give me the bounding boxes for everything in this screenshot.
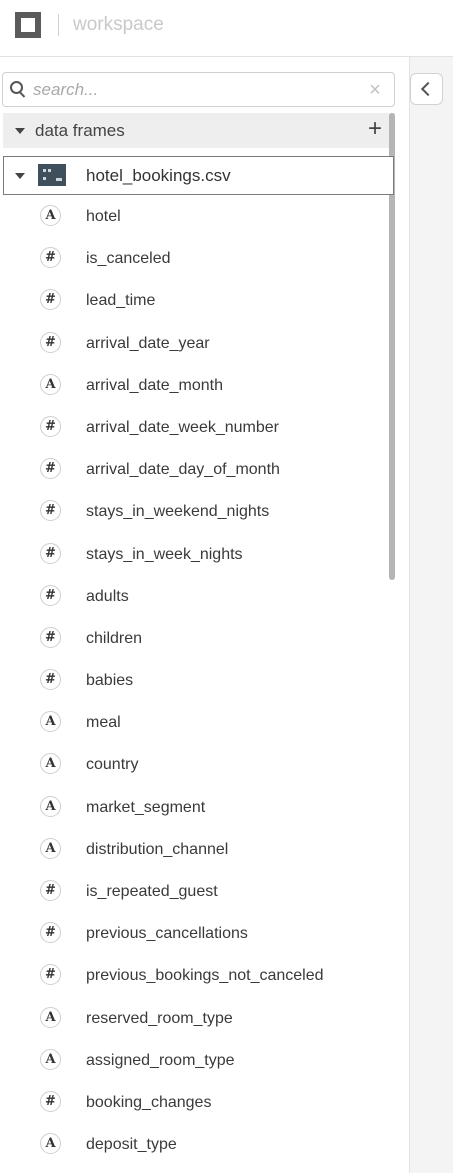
text-type-icon: A — [40, 753, 61, 775]
list-item[interactable]: # previous_bookings_not_canceled — [0, 955, 395, 997]
list-item[interactable]: # lead_time — [0, 280, 395, 322]
column-name: previous_bookings_not_canceled — [86, 967, 324, 985]
text-type-icon: A — [40, 837, 61, 859]
list-item[interactable]: # arrival_date_week_number — [0, 407, 395, 449]
workspace-app: workspace × data frames + hotel_bookings… — [0, 0, 453, 1173]
number-type-icon: # — [40, 669, 61, 691]
header-divider — [58, 14, 59, 36]
square-logo-icon[interactable] — [15, 12, 41, 38]
text-type-icon: A — [40, 1006, 61, 1028]
number-type-icon: # — [40, 415, 61, 437]
top-bar: workspace — [0, 0, 453, 57]
number-type-icon: # — [40, 542, 61, 564]
text-type-icon: A — [40, 1133, 61, 1155]
column-name: stays_in_weekend_nights — [86, 503, 270, 521]
add-icon[interactable]: + — [365, 117, 385, 141]
column-name: distribution_channel — [86, 840, 229, 858]
column-name: arrival_date_month — [86, 376, 223, 394]
list-item[interactable]: # previous_cancellations — [0, 913, 395, 955]
dataframe-icon — [38, 164, 66, 186]
list-item[interactable]: # arrival_date_day_of_month — [0, 449, 395, 491]
column-name: is_canceled — [86, 250, 171, 268]
number-type-icon: # — [40, 458, 61, 480]
list-item[interactable]: # arrival_date_year — [0, 323, 395, 365]
list-item[interactable]: Areserved_room_type — [0, 998, 395, 1040]
number-type-icon: # — [40, 500, 61, 522]
column-name: country — [86, 756, 139, 774]
file-row[interactable]: hotel_bookings.csv — [3, 156, 394, 195]
search-icon — [10, 81, 26, 98]
number-type-icon: # — [40, 1090, 61, 1112]
column-name: arrival_date_year — [86, 334, 210, 352]
column-name: hotel — [86, 208, 121, 225]
list-item[interactable]: Adeposit_type — [0, 1124, 395, 1166]
number-type-icon: # — [40, 626, 61, 648]
column-list: Ahotel # is_canceled # lead_time # arrival_dat… — [0, 196, 395, 1166]
list-item[interactable]: Amarket_segment — [0, 787, 395, 829]
text-type-icon: A — [40, 711, 61, 733]
list-item[interactable]: Adistribution_channel — [0, 829, 395, 871]
list-item[interactable]: # booking_changes — [0, 1082, 395, 1124]
column-name: is_repeated_guest — [86, 883, 218, 900]
number-type-icon: # — [40, 247, 61, 269]
column-name: assigned_room_type — [86, 1051, 235, 1069]
number-type-icon: # — [40, 584, 61, 606]
number-type-icon: # — [40, 922, 61, 944]
column-name: previous_cancellations — [86, 925, 248, 943]
list-item[interactable]: # children — [0, 618, 395, 660]
data-frames-section-header[interactable]: data frames + — [3, 113, 395, 148]
caret-down-icon[interactable] — [15, 173, 25, 179]
text-type-icon: A — [40, 795, 61, 817]
column-name: babies — [86, 672, 134, 690]
section-label: data frames — [35, 121, 125, 140]
number-type-icon: # — [40, 880, 61, 901]
column-name: adults — [86, 587, 129, 605]
number-type-icon: # — [40, 964, 61, 986]
list-item[interactable]: Aarrival_date_month — [0, 365, 395, 407]
text-type-icon: A — [40, 373, 61, 395]
column-name: arrival_date_day_of_month — [86, 461, 280, 479]
workspace-title: workspace — [73, 14, 164, 35]
text-type-icon: A — [40, 1048, 61, 1070]
column-name: booking_changes — [86, 1093, 212, 1111]
number-type-icon: # — [40, 289, 61, 311]
column-name: stays_in_week_nights — [86, 545, 243, 563]
column-name: meal — [86, 714, 121, 732]
chevron-left-icon — [420, 81, 436, 97]
search-box[interactable]: × — [2, 72, 395, 107]
text-type-icon: A — [40, 205, 61, 226]
list-item[interactable]: Ameal — [0, 702, 395, 744]
caret-down-icon[interactable] — [15, 128, 25, 134]
search-input[interactable] — [33, 78, 353, 102]
file-name: hotel_bookings.csv — [86, 166, 231, 185]
list-item[interactable]: # stays_in_week_nights — [0, 534, 395, 576]
list-item[interactable]: # stays_in_weekend_nights — [0, 491, 395, 533]
clear-icon[interactable]: × — [366, 80, 384, 100]
number-type-icon: # — [40, 331, 61, 353]
column-name: arrival_date_week_number — [86, 418, 279, 436]
column-name: reserved_room_type — [86, 1009, 233, 1027]
column-name: children — [86, 629, 143, 647]
right-collapsed-panel — [409, 57, 453, 1173]
column-name: lead_time — [86, 292, 156, 310]
list-item[interactable]: # adults — [0, 576, 395, 618]
list-item[interactable]: Ahotel — [0, 196, 395, 238]
list-item[interactable]: # is_canceled — [0, 238, 395, 280]
list-item[interactable]: Aassigned_room_type — [0, 1040, 395, 1082]
list-item[interactable]: # babies — [0, 660, 395, 702]
list-item[interactable]: # is_repeated_guest — [0, 871, 395, 913]
list-item[interactable]: Acountry — [0, 744, 395, 786]
column-name: deposit_type — [86, 1136, 177, 1154]
collapse-panel-button[interactable] — [410, 73, 443, 105]
column-name: market_segment — [86, 798, 206, 816]
